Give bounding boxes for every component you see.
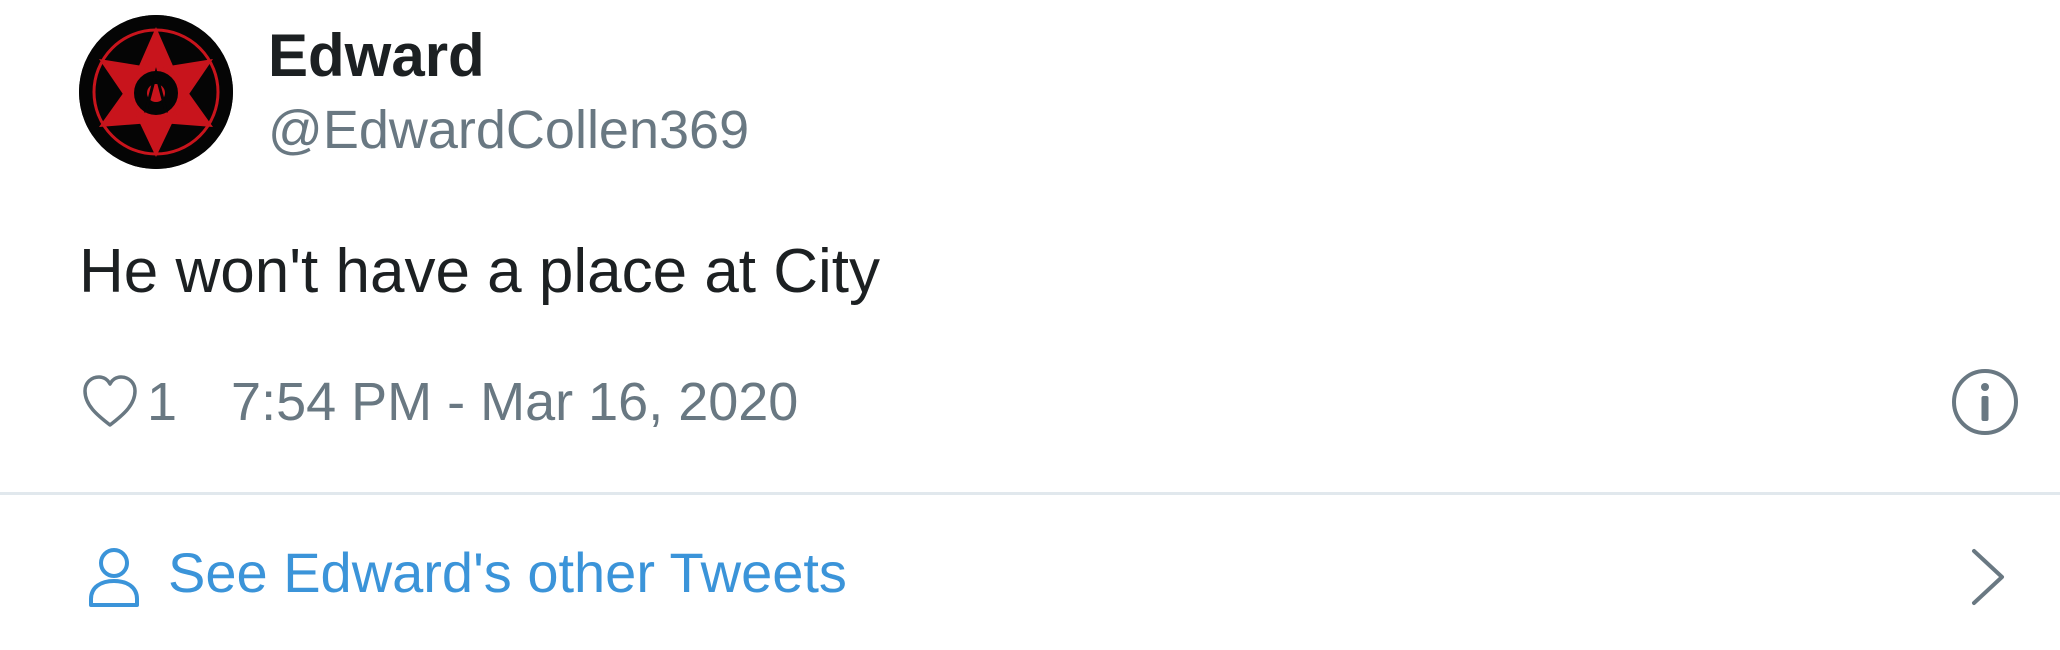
sharingan-avatar-icon — [79, 15, 233, 169]
like-button[interactable]: 1 — [79, 366, 177, 438]
see-other-tweets-link[interactable]: See Edward's other Tweets — [0, 495, 2060, 650]
tweet-text: He won't have a place at City — [79, 237, 881, 306]
author-avatar[interactable] — [79, 15, 233, 169]
embedded-tweet: Edward @EdwardCollen369 He won't have a … — [0, 0, 2060, 650]
like-count: 1 — [147, 372, 178, 432]
chevron-right-icon — [1968, 545, 2008, 609]
see-other-tweets-label: See Edward's other Tweets — [168, 541, 847, 604]
tweet-meta: 1 7:54 PM - Mar 16, 2020 — [79, 366, 798, 438]
tweet-timestamp[interactable]: 7:54 PM - Mar 16, 2020 — [231, 366, 798, 438]
author-handle[interactable]: @EdwardCollen369 — [268, 94, 749, 166]
person-icon — [86, 545, 142, 609]
author-display-name[interactable]: Edward — [268, 18, 485, 94]
info-icon — [1950, 367, 2020, 437]
heart-icon — [79, 371, 141, 433]
info-button[interactable] — [1950, 367, 2020, 437]
